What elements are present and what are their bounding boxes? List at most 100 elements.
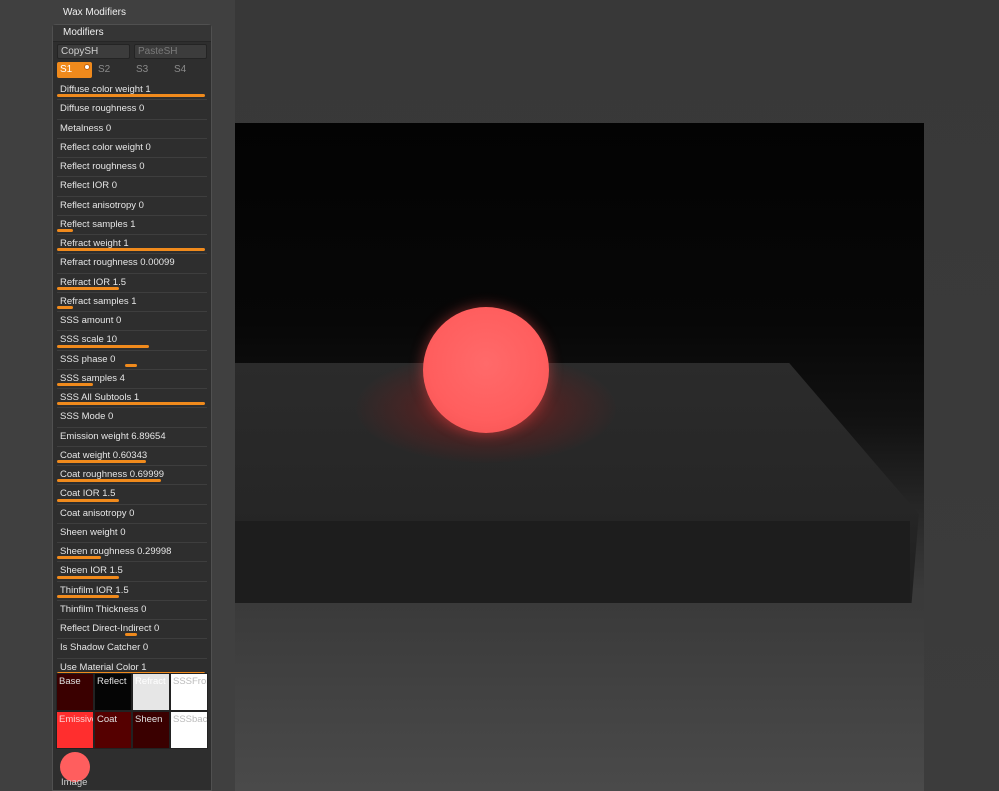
slider-fill (57, 594, 120, 598)
slider[interactable]: Refract weight 1 (57, 235, 207, 255)
swatch-label: Refract (135, 676, 166, 687)
slider[interactable]: SSS All Subtools 1 (57, 389, 207, 409)
slot-selector: S1 S2 S3 S4 (53, 59, 211, 81)
slider-fill (57, 556, 102, 560)
slider-track[interactable] (57, 556, 205, 560)
image-label: Image (61, 777, 88, 788)
modifiers-panel: Modifiers CopySH PasteSH S1 S2 S3 S4 Diffus… (52, 24, 212, 791)
slider-fill (57, 575, 120, 579)
swatch-sssback[interactable]: SSSback (170, 711, 208, 749)
slider[interactable]: Coat anisotropy 0 (57, 505, 207, 524)
slider-track[interactable] (57, 363, 205, 367)
slider[interactable]: Reflect Direct-Indirect 0 (57, 620, 207, 640)
slider[interactable]: Coat roughness 0.69999 (57, 466, 207, 486)
slider-fill (57, 229, 74, 232)
floor-slab-front (206, 521, 910, 603)
slider-track[interactable] (57, 518, 205, 521)
slider-track[interactable] (57, 191, 205, 194)
slider-fill (57, 94, 205, 98)
slider-track[interactable] (57, 614, 205, 617)
slider-fill (57, 498, 120, 502)
slider-track[interactable] (57, 344, 205, 348)
swatch-sheen[interactable]: Sheen (132, 711, 170, 749)
swatch-base[interactable]: Base (56, 673, 94, 711)
slider[interactable]: Diffuse roughness 0 (57, 100, 207, 120)
slider[interactable]: Emission weight 6.89654 (57, 428, 207, 447)
copy-sh-button[interactable]: CopySH (57, 44, 130, 59)
slider[interactable]: Is Shadow Catcher 0 (57, 639, 207, 659)
slider-fill (57, 402, 205, 406)
slider-fill (57, 344, 149, 348)
slider-track[interactable] (57, 268, 205, 271)
slider-track[interactable] (57, 575, 205, 579)
slot-s4[interactable]: S4 (171, 62, 206, 78)
color-swatch-grid: Base Reflect Refract SSSFront EmissiveCoat Sh… (56, 673, 208, 749)
slot-s2[interactable]: S2 (95, 62, 130, 78)
slider[interactable]: Sheen roughness 0.29998 (57, 543, 207, 563)
slider-track[interactable] (57, 422, 205, 425)
slider-track[interactable] (57, 286, 205, 290)
swatch-coat[interactable]: Coat (94, 711, 132, 749)
slider[interactable]: SSS scale 10 (57, 331, 207, 351)
paste-sh-button[interactable]: PasteSH (134, 44, 207, 59)
slider[interactable]: Reflect samples 1 (57, 216, 207, 235)
slider-track[interactable] (57, 325, 205, 328)
slider-track[interactable] (57, 306, 205, 309)
slider-track[interactable] (57, 248, 205, 252)
slider-track[interactable] (57, 441, 205, 444)
slider-track[interactable] (57, 133, 205, 136)
slider-fill (57, 383, 93, 386)
slider-track[interactable] (57, 594, 205, 598)
slider[interactable]: Sheen IOR 1.5 (57, 562, 207, 582)
slider[interactable]: Refract IOR 1.5 (57, 274, 207, 293)
slider[interactable]: SSS phase 0 (57, 351, 207, 370)
slider-track[interactable] (57, 383, 205, 386)
slider-track[interactable] (57, 152, 205, 155)
slider-track[interactable] (57, 537, 205, 540)
slider-track[interactable] (57, 402, 205, 406)
wax-sphere (423, 307, 549, 433)
slider[interactable]: Reflect color weight 0 (57, 139, 207, 158)
slider[interactable]: Thinfilm Thickness 0 (57, 601, 207, 620)
slider-track[interactable] (57, 633, 205, 637)
swatch-reflect[interactable]: Reflect (94, 673, 132, 711)
slider-track[interactable] (57, 114, 205, 117)
slider-track[interactable] (57, 94, 205, 98)
slider[interactable]: Reflect IOR 0 (57, 177, 207, 197)
slider[interactable]: Diffuse color weight 1 (57, 81, 207, 101)
slider-track[interactable] (57, 498, 205, 502)
slider[interactable]: SSS Mode 0 (57, 408, 207, 428)
slider[interactable]: Coat weight 0.60343 (57, 447, 207, 466)
slot-s1[interactable]: S1 (57, 62, 92, 78)
slider[interactable]: Refract roughness 0.00099 (57, 254, 207, 274)
slider-fill (57, 479, 161, 483)
swatch-refract[interactable]: Refract (132, 673, 170, 711)
slider-track[interactable] (57, 229, 205, 232)
slider-track[interactable] (57, 171, 205, 174)
slider-fill (125, 633, 137, 637)
swatch-sssfront[interactable]: SSSFront (170, 673, 208, 711)
slider-track[interactable] (57, 653, 205, 656)
swatch-label: Base (59, 676, 81, 687)
slider[interactable]: Sheen weight 0 (57, 524, 207, 543)
slider[interactable]: Reflect roughness 0 (57, 158, 207, 178)
slider[interactable]: Reflect anisotropy 0 (57, 197, 207, 216)
swatch-label: Emissive (59, 714, 94, 725)
slider-track[interactable] (57, 460, 205, 463)
slider[interactable]: Coat IOR 1.5 (57, 485, 207, 505)
slider[interactable]: Metalness 0 (57, 120, 207, 139)
slot-s3[interactable]: S3 (133, 62, 168, 78)
slider-track[interactable] (57, 479, 205, 483)
image-well[interactable]: Image (56, 750, 96, 790)
swatch-label: Sheen (135, 714, 163, 725)
swatch-label: Reflect (97, 676, 127, 687)
wax-modifiers-header[interactable]: Wax Modifiers (52, 5, 212, 23)
modifiers-title[interactable]: Modifiers (53, 25, 211, 42)
slider[interactable]: SSS amount 0 (57, 312, 207, 332)
slider[interactable]: SSS samples 4 (57, 370, 207, 389)
swatch-emissive[interactable]: Emissive (56, 711, 94, 749)
slider-track[interactable] (57, 210, 205, 213)
slider[interactable]: Thinfilm IOR 1.5 (57, 582, 207, 601)
slider[interactable]: Refract samples 1 (57, 293, 207, 312)
slider-fill (57, 286, 120, 290)
